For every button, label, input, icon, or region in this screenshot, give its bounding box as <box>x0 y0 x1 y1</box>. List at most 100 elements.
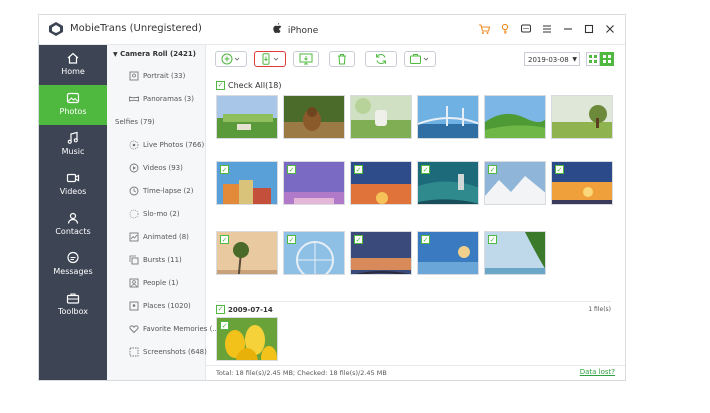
album-item[interactable]: Videos (93) <box>129 163 183 173</box>
album-item[interactable]: Live Photos (766) <box>129 140 204 150</box>
panorama-icon <box>129 94 139 104</box>
album-item[interactable]: Selfies (79) <box>115 117 155 127</box>
sidebar-item-label: Photos <box>59 107 87 116</box>
checkbox-checked-icon[interactable]: ✓ <box>555 165 564 174</box>
date-filter-value: 2019-03-08 <box>528 56 569 64</box>
checkbox-checked-icon[interactable]: ✓ <box>220 165 229 174</box>
grid-large-icon <box>603 55 611 63</box>
checkbox-checked-icon[interactable]: ✓ <box>488 165 497 174</box>
refresh-icon <box>376 54 386 64</box>
album-item[interactable]: Time-lapse (2) <box>129 186 193 196</box>
sidebar-item-music[interactable]: Music <box>39 125 107 165</box>
photo-thumbnail[interactable] <box>484 95 546 139</box>
check-all-label: Check All(18) <box>228 81 282 90</box>
home-icon <box>67 52 79 64</box>
sidebar-item-contacts[interactable]: Contacts <box>39 205 107 245</box>
photo-thumbnail[interactable] <box>283 95 345 139</box>
add-button[interactable] <box>215 51 247 67</box>
album-label: Time-lapse (2) <box>143 187 194 195</box>
date-group-label: 2009-07-14 <box>228 305 273 314</box>
chevron-down-icon: ▼ <box>572 56 577 63</box>
date-group-checkbox[interactable]: ✓ 2009-07-14 <box>216 305 273 314</box>
album-item[interactable]: Places (1020) <box>129 301 191 311</box>
album-item[interactable]: Portrait (33) <box>129 71 185 81</box>
check-all-checkbox[interactable]: ✓ Check All(18) <box>216 81 282 90</box>
photo-thumbnail[interactable] <box>551 95 613 139</box>
checkbox-checked-icon[interactable]: ✓ <box>354 165 363 174</box>
screenshot-icon <box>129 347 139 357</box>
photo-thumbnail[interactable] <box>417 95 479 139</box>
close-icon[interactable] <box>601 21 619 37</box>
time-lapse-icon <box>129 186 139 196</box>
checkbox-checked-icon[interactable]: ✓ <box>220 235 229 244</box>
photo-thumbnail[interactable]: ✓ <box>283 161 345 205</box>
checkbox-checked-icon[interactable]: ✓ <box>287 165 296 174</box>
delete-button[interactable] <box>329 51 355 67</box>
photo-thumbnail[interactable] <box>216 95 278 139</box>
photo-thumbnail[interactable] <box>350 95 412 139</box>
album-item[interactable]: Slo-mo (2) <box>129 209 180 219</box>
titlebar-actions <box>472 21 619 37</box>
triangle-down-icon: ▼ <box>113 51 118 58</box>
photo-thumbnail[interactable]: ✓ <box>216 231 278 275</box>
sidebar-item-label: Videos <box>59 187 87 196</box>
photo-image <box>485 96 545 138</box>
photo-thumbnail[interactable]: ✓ <box>484 231 546 275</box>
messages-icon <box>67 251 79 264</box>
photo-thumbnail[interactable]: ✓ <box>216 317 278 361</box>
checkbox-checked-icon[interactable]: ✓ <box>287 235 296 244</box>
key-icon[interactable] <box>496 21 514 37</box>
sidebar-item-label: Contacts <box>55 227 91 236</box>
photo-thumbnail[interactable]: ✓ <box>484 161 546 205</box>
checkbox-checked-icon[interactable]: ✓ <box>354 235 363 244</box>
grid-large-view-button[interactable] <box>600 52 614 66</box>
photo-thumbnail[interactable]: ✓ <box>551 161 613 205</box>
album-item[interactable]: Bursts (11) <box>129 255 182 265</box>
device-selector[interactable]: iPhone <box>273 23 318 36</box>
photo-thumbnail[interactable]: ✓ <box>350 231 412 275</box>
sidebar-item-messages[interactable]: Messages <box>39 245 107 285</box>
toolkit-button[interactable] <box>404 51 436 67</box>
photo-thumbnail[interactable]: ✓ <box>417 161 479 205</box>
export-to-pc-icon <box>299 53 313 65</box>
photo-thumbnail[interactable]: ✓ <box>417 231 479 275</box>
cart-icon[interactable] <box>475 21 493 37</box>
album-header[interactable]: ▼ Camera Roll (2421) <box>113 50 196 58</box>
sidebar-item-label: Toolbox <box>58 307 88 316</box>
menu-icon[interactable] <box>538 21 556 37</box>
photo-thumbnail[interactable]: ✓ <box>216 161 278 205</box>
album-label: Animated (8) <box>143 233 189 241</box>
data-lost-link[interactable]: Data lost? <box>580 368 615 376</box>
grid-small-view-button[interactable] <box>586 52 600 66</box>
animated-icon <box>129 232 139 242</box>
file-summary: Total: 18 file(s)/2.45 MB; Checked: 18 f… <box>216 369 387 377</box>
photo-icon <box>66 92 80 104</box>
maximize-icon[interactable] <box>580 21 598 37</box>
minimize-icon[interactable] <box>559 21 577 37</box>
device-name: iPhone <box>287 26 319 36</box>
toolbox-icon <box>66 293 80 304</box>
refresh-button[interactable] <box>365 51 397 67</box>
album-item[interactable]: Panoramas (3) <box>129 94 194 104</box>
checkbox-checked-icon[interactable]: ✓ <box>220 321 229 330</box>
checkbox-checked-icon[interactable]: ✓ <box>488 235 497 244</box>
export-to-device-button[interactable] <box>254 51 286 67</box>
feedback-icon[interactable] <box>517 21 535 37</box>
photo-thumbnail[interactable]: ✓ <box>283 231 345 275</box>
date-filter-select[interactable]: 2019-03-08 ▼ <box>524 52 580 66</box>
album-item[interactable]: People (1) <box>129 278 178 288</box>
date-group-count: 1 file(s) <box>588 306 611 313</box>
sidebar-item-videos[interactable]: Videos <box>39 165 107 205</box>
sidebar-item-home[interactable]: Home <box>39 45 107 85</box>
people-icon <box>129 278 139 288</box>
music-icon <box>67 131 78 144</box>
sidebar-item-label: Home <box>61 67 85 76</box>
album-item[interactable]: Screenshots (648) <box>129 347 207 357</box>
sidebar-item-photos[interactable]: Photos <box>39 85 107 125</box>
album-item[interactable]: Animated (8) <box>129 232 189 242</box>
photo-thumbnail[interactable]: ✓ <box>350 161 412 205</box>
sidebar-item-toolbox[interactable]: Toolbox <box>39 285 107 325</box>
checkbox-checked-icon[interactable]: ✓ <box>421 165 430 174</box>
checkbox-checked-icon[interactable]: ✓ <box>421 235 430 244</box>
export-to-pc-button[interactable] <box>293 51 319 67</box>
